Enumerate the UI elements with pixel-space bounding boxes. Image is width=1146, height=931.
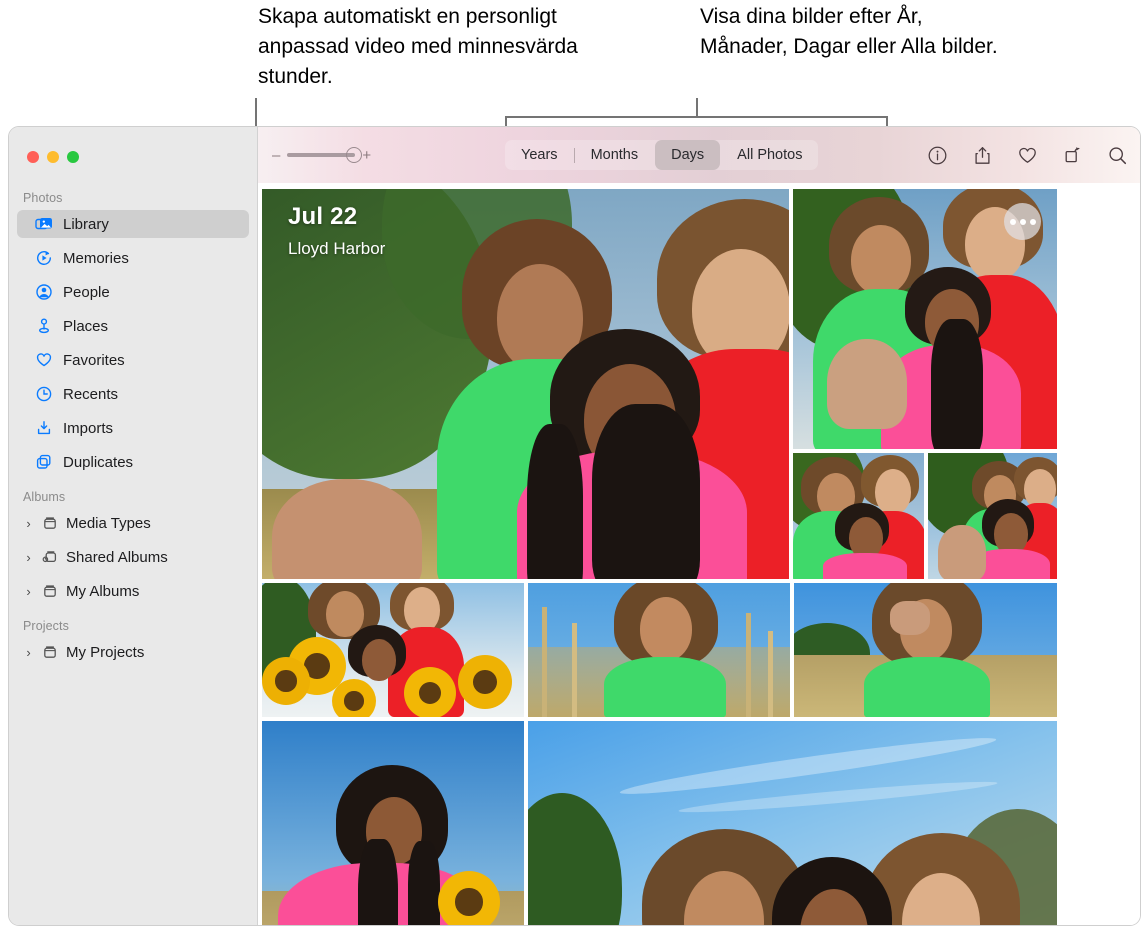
sidebar-item-label: Library — [63, 216, 109, 233]
chevron-right-icon[interactable]: › — [23, 517, 34, 530]
more-options-button[interactable] — [1004, 203, 1041, 240]
sidebar-section-title-projects: Projects — [9, 611, 257, 638]
import-icon — [35, 419, 53, 437]
sidebar-item-label: Media Types — [66, 515, 151, 532]
sidebar-item-label: Places — [63, 318, 108, 335]
sidebar-item-people[interactable]: People — [17, 278, 249, 306]
sidebar-item-label: My Projects — [66, 644, 144, 661]
content-area: – + Years Months Days All Photos — [258, 127, 1140, 925]
sidebar-item-media-types[interactable]: › Media Types — [17, 509, 249, 537]
sidebar-item-my-projects[interactable]: › My Projects — [17, 638, 249, 666]
photo-thumbnail[interactable] — [528, 583, 790, 717]
sidebar-item-label: People — [63, 284, 110, 301]
tab-all-photos[interactable]: All Photos — [721, 140, 818, 170]
sidebar-item-label: Memories — [63, 250, 129, 267]
sidebar-section-title-albums: Albums — [9, 482, 257, 509]
close-window-button[interactable] — [27, 151, 39, 163]
sidebar-item-shared-albums[interactable]: › Shared Albums — [17, 543, 249, 571]
toolbar-actions — [926, 144, 1128, 166]
clock-icon — [35, 385, 53, 403]
sidebar-section-title-photos: Photos — [9, 183, 257, 210]
sidebar-item-label: My Albums — [66, 583, 139, 600]
tab-days[interactable]: Days — [655, 140, 720, 170]
photo-thumbnail[interactable] — [928, 453, 1057, 579]
zoom-window-button[interactable] — [67, 151, 79, 163]
zoom-out-label[interactable]: – — [272, 148, 280, 163]
sidebar-item-favorites[interactable]: Favorites — [17, 346, 249, 374]
toolbar: – + Years Months Days All Photos — [258, 127, 1140, 183]
info-icon[interactable] — [926, 144, 948, 166]
photo-thumbnail[interactable]: Jul 22 Lloyd Harbor — [262, 189, 789, 579]
callout-leader-line-right — [696, 98, 698, 118]
duplicates-icon — [35, 453, 53, 471]
sidebar: Photos Library Memories — [9, 127, 258, 925]
photo-thumbnail[interactable] — [793, 453, 924, 579]
chevron-right-icon[interactable]: › — [23, 551, 34, 564]
window-controls — [9, 127, 257, 183]
people-icon — [35, 283, 53, 301]
sidebar-item-label: Recents — [63, 386, 118, 403]
minimize-window-button[interactable] — [47, 151, 59, 163]
share-icon[interactable] — [971, 144, 993, 166]
callout-text-view-modes: Visa dina bilder efter År, Månader, Daga… — [700, 2, 1000, 62]
sidebar-item-label: Shared Albums — [66, 549, 168, 566]
sidebar-item-my-albums[interactable]: › My Albums — [17, 577, 249, 605]
library-icon — [35, 215, 53, 233]
zoom-in-label[interactable]: + — [362, 148, 371, 163]
photos-app-window: Photos Library Memories — [8, 126, 1141, 926]
rotate-icon[interactable] — [1061, 144, 1083, 166]
chevron-right-icon[interactable]: › — [23, 585, 34, 598]
sidebar-item-label: Imports — [63, 420, 113, 437]
zoom-slider[interactable]: – + — [272, 148, 371, 163]
album-icon — [41, 514, 59, 532]
dot — [1020, 219, 1026, 225]
sidebar-item-memories[interactable]: Memories — [17, 244, 249, 272]
sidebar-item-label: Duplicates — [63, 454, 133, 471]
view-segmented-control[interactable]: Years Months Days All Photos — [505, 140, 818, 170]
shared-album-icon — [41, 548, 59, 566]
photo-thumbnail[interactable] — [262, 583, 524, 717]
photo-thumbnail[interactable] — [794, 583, 1057, 717]
sidebar-item-label: Favorites — [63, 352, 125, 369]
zoom-slider-thumb[interactable] — [346, 147, 362, 163]
callout-text-memories: Skapa automatiskt en personligt anpassad… — [258, 2, 628, 92]
zoom-slider-track[interactable] — [287, 153, 355, 157]
heart-icon — [35, 351, 53, 369]
sidebar-item-places[interactable]: Places — [17, 312, 249, 340]
sidebar-item-duplicates[interactable]: Duplicates — [17, 448, 249, 476]
sidebar-item-imports[interactable]: Imports — [17, 414, 249, 442]
chevron-right-icon[interactable]: › — [23, 646, 34, 659]
favorite-icon[interactable] — [1016, 144, 1038, 166]
photo-thumbnail[interactable] — [793, 189, 1057, 449]
tab-years[interactable]: Years — [505, 140, 574, 170]
photo-thumbnail[interactable] — [262, 721, 524, 925]
dot — [1030, 219, 1036, 225]
places-pin-icon — [35, 317, 53, 335]
dot — [1010, 219, 1016, 225]
memories-icon — [35, 249, 53, 267]
callout-bracket-bar-right — [505, 116, 888, 118]
search-icon[interactable] — [1106, 144, 1128, 166]
album-icon — [41, 643, 59, 661]
sidebar-item-library[interactable]: Library — [17, 210, 249, 238]
photo-grid: Jul 22 Lloyd Harbor — [258, 183, 1140, 925]
album-icon — [41, 582, 59, 600]
photo-thumbnail[interactable] — [528, 721, 1057, 925]
sidebar-item-recents[interactable]: Recents — [17, 380, 249, 408]
tab-months[interactable]: Months — [575, 140, 655, 170]
